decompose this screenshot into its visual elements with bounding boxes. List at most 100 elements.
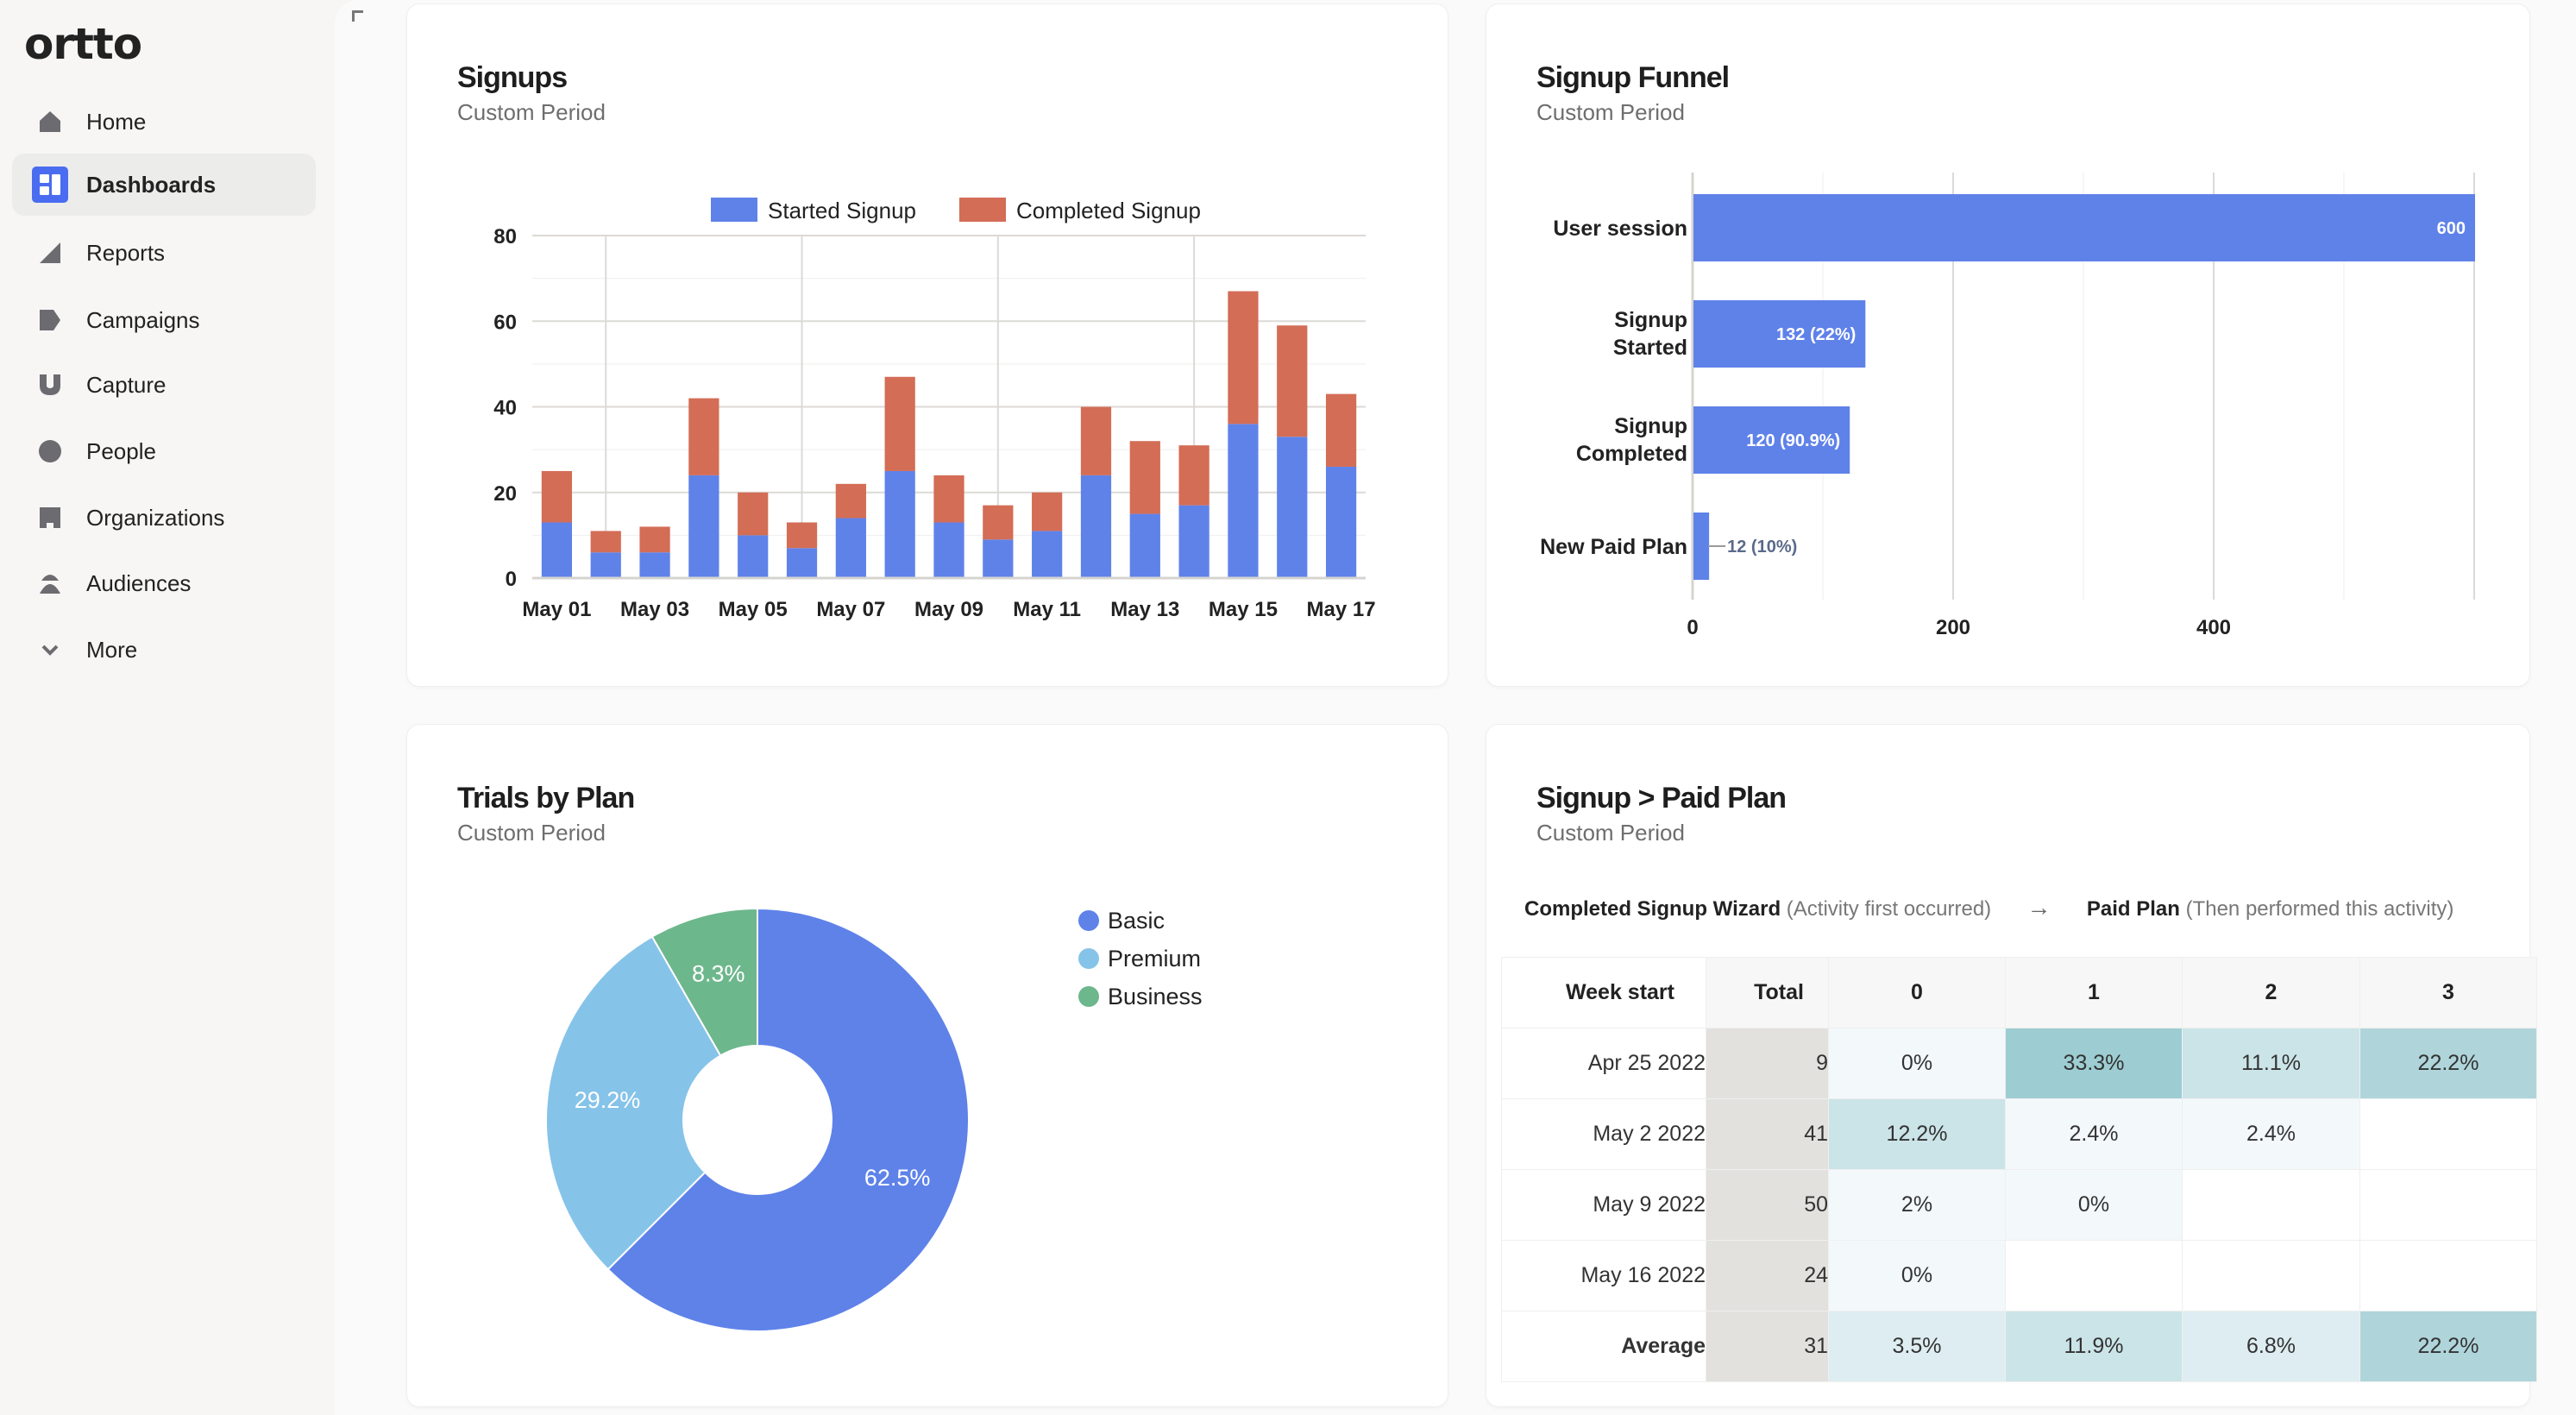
funnel-bar[interactable] xyxy=(1693,513,1710,580)
started-signup-bar[interactable] xyxy=(835,518,866,578)
completed-signup-bar[interactable] xyxy=(983,505,1014,540)
legend-label: Completed Signup xyxy=(1016,198,1201,223)
sidebar-item-label: More xyxy=(86,636,138,663)
chevron-down-icon xyxy=(32,632,68,668)
completed-signup-bar[interactable] xyxy=(835,483,866,519)
column-header-1[interactable]: 1 xyxy=(2005,957,2183,1028)
legend-label: Business xyxy=(1108,984,1203,1009)
started-signup-bar[interactable] xyxy=(1277,437,1308,578)
sidebar-item-organizations[interactable]: Organizations xyxy=(12,487,316,549)
completed-signup-bar[interactable] xyxy=(884,376,915,471)
x-tick-label: May 13 xyxy=(1110,598,1179,621)
completed-signup-bar[interactable] xyxy=(786,522,818,549)
completed-signup-bar[interactable] xyxy=(1032,492,1063,531)
completed-signup-bar[interactable] xyxy=(639,526,670,553)
sidebar-item-label: Organizations xyxy=(86,504,225,531)
started-signup-bar[interactable] xyxy=(688,475,719,578)
data-label: 600 xyxy=(2437,219,2466,238)
completed-signup-bar[interactable] xyxy=(1228,291,1259,424)
column-header-total[interactable]: Total xyxy=(1706,957,1829,1028)
sidebar-item-dashboards[interactable]: Dashboards xyxy=(12,154,316,216)
legend-swatch xyxy=(711,198,757,222)
sidebar-item-campaigns[interactable]: Campaigns xyxy=(12,289,316,351)
started-signup-bar[interactable] xyxy=(1129,513,1160,578)
completed-signup-bar[interactable] xyxy=(688,398,719,475)
started-signup-bar[interactable] xyxy=(1325,466,1357,578)
column-header-week-start[interactable]: Week start xyxy=(1501,957,1706,1028)
started-signup-bar[interactable] xyxy=(983,539,1014,578)
sidebar-item-reports[interactable]: Reports xyxy=(12,222,316,284)
sidebar-item-label: Campaigns xyxy=(86,306,200,333)
x-tick-label: May 09 xyxy=(914,598,983,621)
campaigns-icon xyxy=(32,302,68,338)
sidebar-item-capture[interactable]: Capture xyxy=(12,354,316,416)
started-signup-bar[interactable] xyxy=(933,522,964,578)
total-cell: 31 xyxy=(1706,1311,1829,1382)
completed-signup-bar[interactable] xyxy=(1325,393,1357,467)
funnel-chart: 0 200 400 User session 600 Signup Started 132 (… xyxy=(1540,173,2475,639)
retention-cell: 33.3% xyxy=(2005,1028,2183,1099)
completed-signup-bar[interactable] xyxy=(1178,445,1209,506)
home-icon xyxy=(32,104,68,140)
completed-signup-bar[interactable] xyxy=(590,531,621,553)
trials-pie-chart: 62.5% Basic 29.2% Premium 8.3% Business xyxy=(545,907,1203,1332)
started-signup-bar[interactable] xyxy=(1228,424,1259,578)
column-header-3[interactable]: 3 xyxy=(2359,957,2537,1028)
completed-signup-bar[interactable] xyxy=(1277,325,1308,437)
started-signup-bar[interactable] xyxy=(1178,505,1209,578)
x-tick-label: May 15 xyxy=(1209,598,1278,621)
y-tick-label: 0 xyxy=(506,568,517,591)
sidebar-item-label: Capture xyxy=(86,371,166,398)
started-signup-bar[interactable] xyxy=(884,470,915,578)
reports-icon xyxy=(32,235,68,271)
started-signup-bar[interactable] xyxy=(1032,531,1063,578)
completed-signup-bar[interactable] xyxy=(933,475,964,523)
week-start-cell: Average xyxy=(1501,1311,1706,1382)
started-signup-bar[interactable] xyxy=(541,522,573,578)
people-icon xyxy=(32,433,68,469)
week-start-cell: Apr 25 2022 xyxy=(1501,1028,1706,1099)
sidebar-item-audiences[interactable]: Audiences xyxy=(12,552,316,614)
signups-chart: 0 20 40 60 80 May 01 May 03 May 05 May 07 May 09 M… xyxy=(493,198,1376,621)
sidebar-item-people[interactable]: People xyxy=(12,420,316,482)
legend-dot xyxy=(1078,986,1099,1007)
category-label: User session xyxy=(1553,217,1687,241)
completed-signup-bar[interactable] xyxy=(1129,441,1160,514)
cohort-table: Week start Total 0 1 2 3 Apr 25 2022 9 0% 3… xyxy=(1501,957,2537,1382)
dashboard-icon xyxy=(32,167,68,203)
capture-icon xyxy=(32,367,68,403)
data-label: 12 (10%) xyxy=(1727,538,1797,557)
started-signup-bar[interactable] xyxy=(1080,475,1112,578)
y-tick-label: 80 xyxy=(493,225,517,248)
x-tick-label: May 17 xyxy=(1307,598,1376,621)
completed-signup-bar[interactable] xyxy=(1080,406,1112,475)
sidebar-item-home[interactable]: Home xyxy=(12,91,316,153)
sidebar-item-label: People xyxy=(86,437,156,464)
completed-signup-bar[interactable] xyxy=(541,470,573,523)
category-label: Signup xyxy=(1614,414,1687,438)
column-header-2[interactable]: 2 xyxy=(2182,957,2360,1028)
sidebar-item-label: Audiences xyxy=(86,569,192,596)
cohort-activity-description: Completed Signup Wizard (Activity first … xyxy=(1524,894,2453,921)
retention-cell xyxy=(2005,1240,2183,1311)
retention-cell: 11.1% xyxy=(2182,1028,2360,1099)
funnel-bar[interactable] xyxy=(1693,194,2475,261)
sidebar-item-label: Home xyxy=(86,108,147,135)
week-start-cell: May 16 2022 xyxy=(1501,1240,1706,1311)
retention-cell: 0% xyxy=(1828,1240,2006,1311)
sidebar-item-more[interactable]: More xyxy=(12,619,316,681)
data-label: 132 (22%) xyxy=(1776,325,1856,344)
audiences-icon xyxy=(32,565,68,601)
started-signup-bar[interactable] xyxy=(738,535,769,578)
retention-cell: 2% xyxy=(1828,1169,2006,1241)
column-header-0[interactable]: 0 xyxy=(1828,957,2006,1028)
started-signup-bar[interactable] xyxy=(786,548,818,578)
table-row: May 2 2022 41 12.2% 2.4% 2.4% xyxy=(1501,1098,2537,1170)
y-tick-label: 40 xyxy=(493,397,517,420)
ortto-logo[interactable]: ortto xyxy=(24,19,142,69)
retention-cell: 22.2% xyxy=(2359,1311,2537,1382)
retention-cell: 0% xyxy=(1828,1028,2006,1099)
completed-signup-bar[interactable] xyxy=(738,492,769,536)
started-signup-bar[interactable] xyxy=(590,552,621,578)
started-signup-bar[interactable] xyxy=(639,552,670,578)
